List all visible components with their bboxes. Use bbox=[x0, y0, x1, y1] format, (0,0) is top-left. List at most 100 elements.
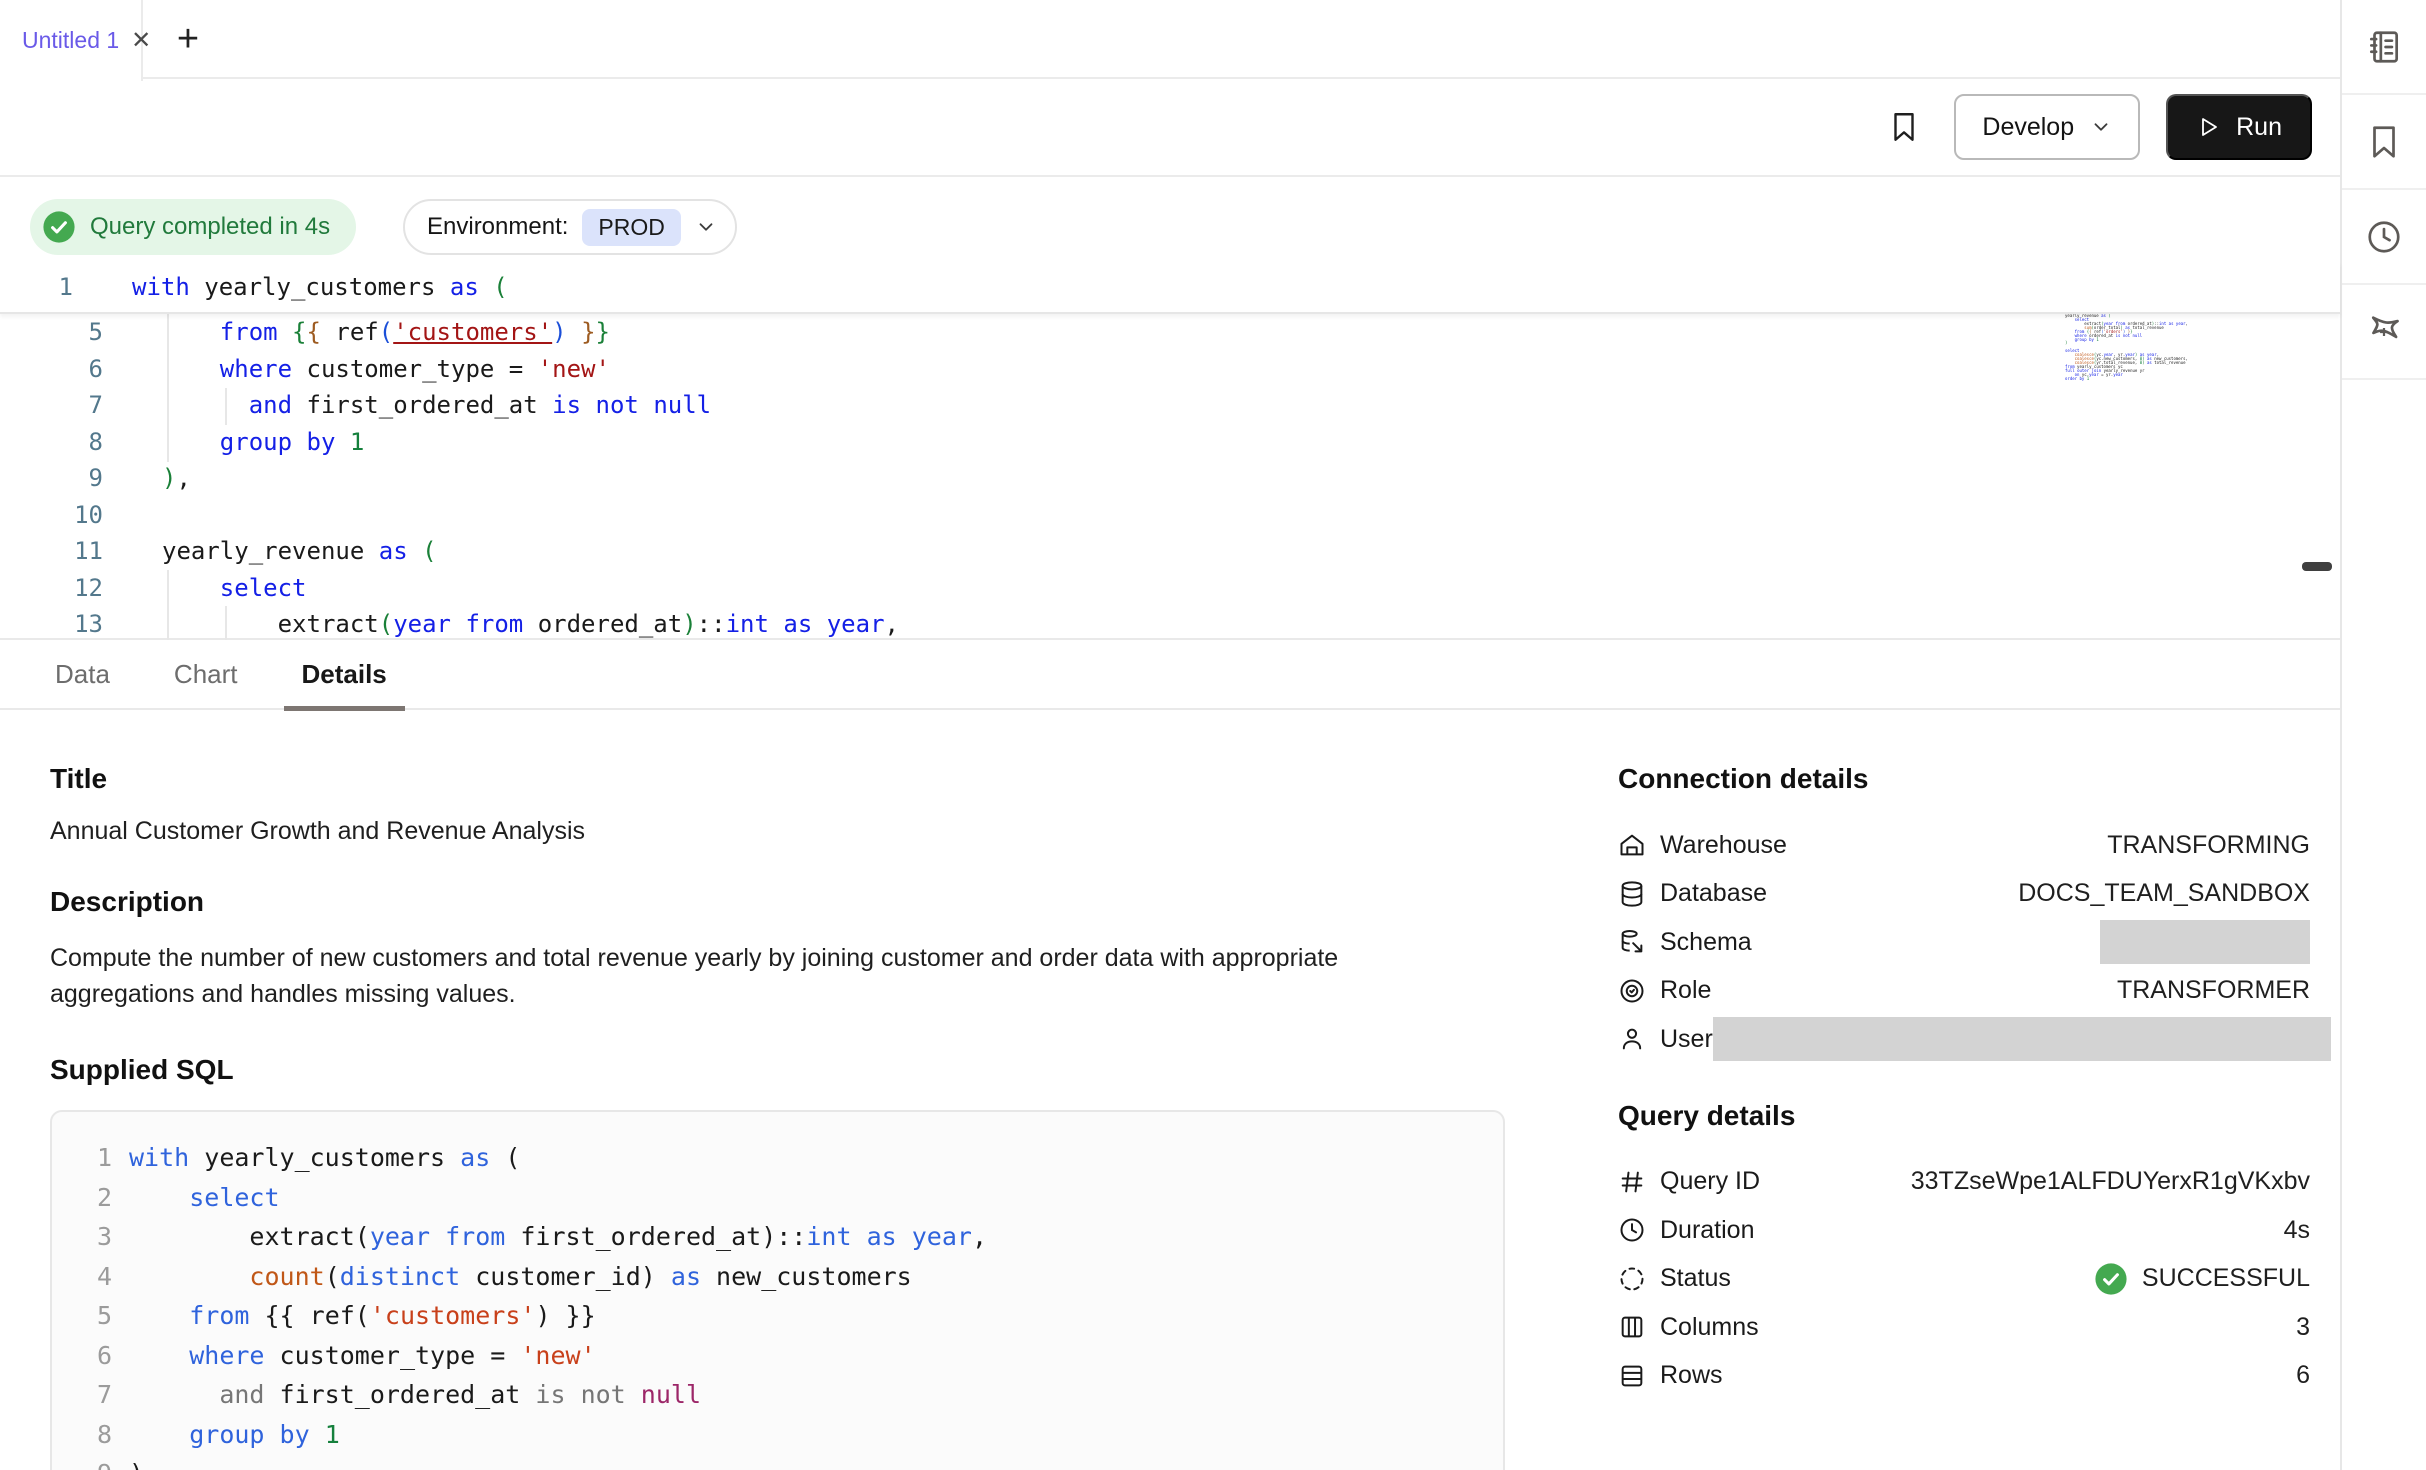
role-icon bbox=[1618, 977, 1660, 1005]
tab-untitled-1[interactable]: Untitled 1 ✕ bbox=[0, 0, 143, 81]
bookmark-icon bbox=[2365, 123, 2403, 161]
line-number: 7 bbox=[52, 1380, 112, 1409]
query-rows: Query ID33TZseWpe1ALFDUYerxR1gVKxbvDurat… bbox=[1618, 1158, 2310, 1401]
app-root: Untitled 1 ✕ + Develop Run Query compl bbox=[0, 0, 2426, 1470]
line-code: where customer_type = 'new' bbox=[162, 355, 610, 383]
sidebar-sparkle-button[interactable] bbox=[2342, 285, 2426, 380]
success-check-icon bbox=[42, 210, 76, 244]
history-icon bbox=[2365, 218, 2403, 256]
editor-line[interactable]: 12 select bbox=[0, 570, 2340, 607]
connection-panel: Connection details WarehouseTRANSFORMING… bbox=[1618, 710, 2310, 1400]
editor-line[interactable]: 13 extract(year from ordered_at)::int as… bbox=[0, 606, 2340, 643]
sql-line: 6 where customer_type = 'new' bbox=[52, 1336, 1503, 1376]
line-code: ), bbox=[129, 1459, 159, 1470]
line-number: 8 bbox=[52, 1420, 112, 1449]
row-label: Columns bbox=[1660, 1313, 1759, 1342]
line-number: 1 bbox=[52, 1143, 112, 1172]
spinner-icon bbox=[1618, 1265, 1660, 1293]
line-code: group by 1 bbox=[129, 1420, 340, 1449]
role-row: RoleTRANSFORMER bbox=[1618, 967, 2310, 1016]
line-number: 13 bbox=[0, 610, 103, 638]
editor-line[interactable]: 6 where customer_type = 'new' bbox=[0, 351, 2340, 388]
editor-line[interactable]: 10 bbox=[0, 497, 2340, 534]
line-number: 8 bbox=[0, 428, 103, 456]
tab-details[interactable]: Details bbox=[284, 639, 405, 709]
line-number: 6 bbox=[52, 1341, 112, 1370]
sidebar-notebook-button[interactable] bbox=[2342, 0, 2426, 95]
line-code: group by 1 bbox=[162, 428, 364, 456]
connection-rows: WarehouseTRANSFORMING Database DOCS_TEAM_S… bbox=[1618, 821, 2310, 1064]
tab-chart[interactable]: Chart bbox=[156, 639, 256, 709]
editor-line[interactable]: 9), bbox=[0, 460, 2340, 497]
line-code: select bbox=[162, 574, 307, 602]
run-label: Run bbox=[2236, 113, 2282, 142]
query-details-heading: Query details bbox=[1618, 1100, 2310, 1132]
row-value: 4s bbox=[2284, 1216, 2310, 1245]
supplied-sql-heading: Supplied SQL bbox=[50, 1054, 1510, 1086]
environment-selector[interactable]: Environment: PROD bbox=[403, 199, 737, 255]
editor-line[interactable]: 7 and first_ordered_at is not null bbox=[0, 387, 2340, 424]
right-sidebar bbox=[2340, 0, 2426, 1470]
environment-value-chip: PROD bbox=[582, 209, 680, 246]
tab-data[interactable]: Data bbox=[37, 639, 128, 709]
row-value: TRANSFORMER bbox=[2117, 976, 2310, 1005]
sticky-scroll-line[interactable]: 1 with yearly_customers as ( bbox=[0, 262, 2340, 314]
connection-details-heading: Connection details bbox=[1618, 763, 2310, 795]
query-status-text: Query completed in 4s bbox=[90, 213, 330, 241]
rows-row: Rows6 bbox=[1618, 1352, 2310, 1401]
schema-icon bbox=[1618, 928, 1660, 956]
line-number: 5 bbox=[52, 1301, 112, 1330]
row-value: 6 bbox=[2296, 1361, 2310, 1390]
row-value: 33TZseWpe1ALFDUYerxR1gVKxbv bbox=[1911, 1167, 2310, 1196]
sidebar-history-button[interactable] bbox=[2342, 190, 2426, 285]
main-area: Untitled 1 ✕ + Develop Run Query compl bbox=[0, 0, 2340, 1470]
line-code: extract(year from first_ordered_at)::int… bbox=[129, 1222, 987, 1251]
line-number: 2 bbox=[52, 1183, 112, 1212]
row-value: SUCCESSFUL bbox=[2142, 1264, 2310, 1293]
play-icon bbox=[2196, 115, 2220, 139]
indent-guide bbox=[167, 570, 169, 640]
sql-line: 7 and first_ordered_at is not null bbox=[52, 1375, 1503, 1415]
run-button[interactable]: Run bbox=[2166, 94, 2312, 160]
line-code: with yearly_customers as ( bbox=[129, 1143, 520, 1172]
sql-line: 2 select bbox=[52, 1178, 1503, 1218]
status-row: Status SUCCESSFUL bbox=[1618, 1255, 2310, 1304]
columns-icon bbox=[1618, 1313, 1660, 1341]
row-label: Database bbox=[1660, 879, 1767, 908]
editor-scrollbar-thumb[interactable] bbox=[2302, 562, 2332, 571]
editor-line[interactable]: 8 group by 1 bbox=[0, 424, 2340, 461]
sidebar-bookmark-button[interactable] bbox=[2342, 95, 2426, 190]
chevron-down-icon bbox=[695, 216, 717, 238]
editor-line[interactable]: 5 from {{ ref('customers') }} bbox=[0, 314, 2340, 351]
columns-row: Columns3 bbox=[1618, 1303, 2310, 1352]
line-code: and first_ordered_at is not null bbox=[129, 1380, 701, 1409]
develop-button[interactable]: Develop bbox=[1954, 94, 2140, 160]
indent-guide bbox=[225, 388, 227, 425]
sticky-code: with yearly_customers as ( bbox=[132, 273, 508, 301]
line-code: ), bbox=[162, 464, 191, 492]
schema-row: Schema bbox=[1618, 918, 2310, 967]
details-panel: Title Annual Customer Growth and Revenue… bbox=[50, 710, 1510, 1470]
chevron-down-icon bbox=[2090, 116, 2112, 138]
line-code: from {{ ref('customers') }} bbox=[129, 1301, 596, 1330]
line-number: 10 bbox=[0, 501, 103, 529]
database-row: Database DOCS_TEAM_SANDBOX bbox=[1618, 870, 2310, 919]
code-editor[interactable]: 1 with yearly_customers as ( 5 from {{ r… bbox=[0, 262, 2340, 640]
redacted-value bbox=[1713, 1017, 2331, 1061]
line-number: 9 bbox=[52, 1459, 112, 1470]
tab-title[interactable]: Untitled 1 bbox=[22, 27, 119, 54]
indent-guide bbox=[167, 314, 169, 462]
result-tabs: Data Chart Details bbox=[0, 640, 2340, 710]
new-tab-button[interactable]: + bbox=[143, 0, 233, 79]
line-code: select bbox=[129, 1183, 280, 1212]
warehouse-row: WarehouseTRANSFORMING bbox=[1618, 821, 2310, 870]
bookmark-icon[interactable] bbox=[1880, 103, 1928, 151]
row-label: Status bbox=[1660, 1264, 1731, 1293]
editor-line[interactable]: 11yearly_revenue as ( bbox=[0, 533, 2340, 570]
sql-line: 8 group by 1 bbox=[52, 1415, 1503, 1455]
line-number: 9 bbox=[0, 464, 103, 492]
line-number: 5 bbox=[0, 318, 103, 346]
row-value: DOCS_TEAM_SANDBOX bbox=[2018, 879, 2310, 908]
database-icon bbox=[1618, 880, 1660, 908]
sql-line: 4 count(distinct customer_id) as new_cus… bbox=[52, 1257, 1503, 1297]
